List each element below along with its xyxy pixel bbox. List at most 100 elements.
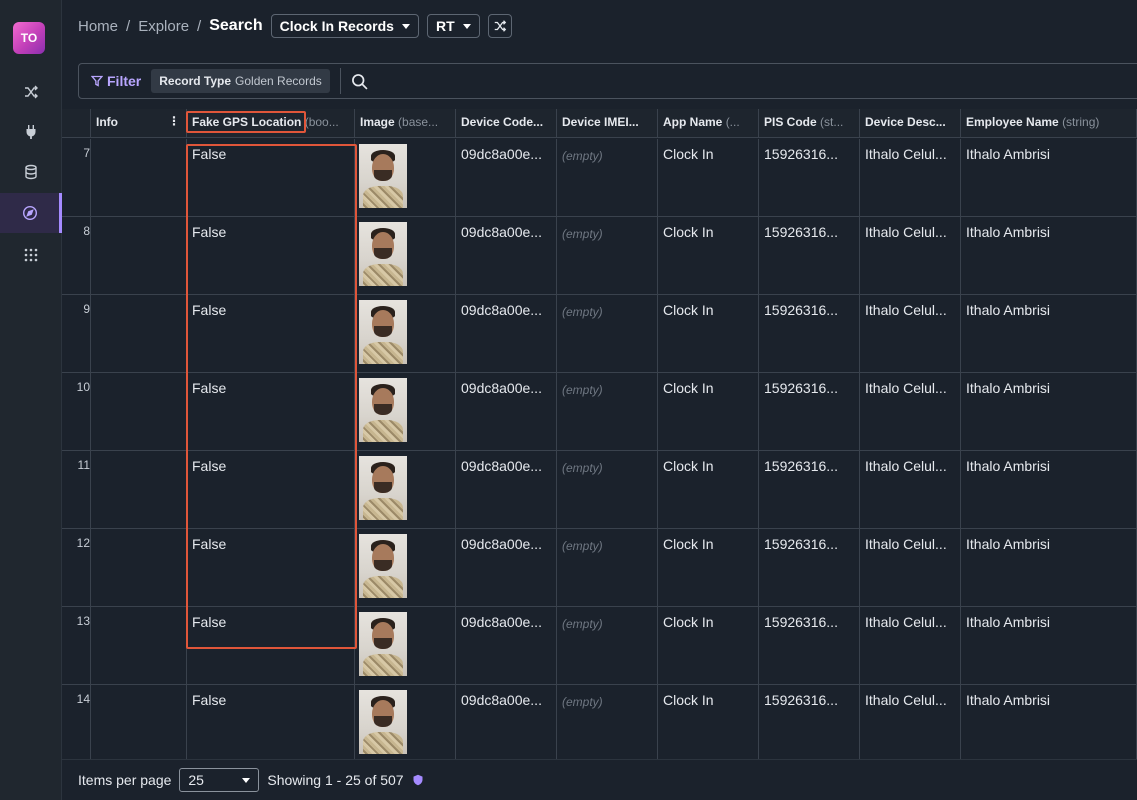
cell-device-imei[interactable]: (empty) [557,529,658,607]
table-row[interactable]: 12 False 09dc8a00e... (empty) Clock In 159263… [62,529,1137,607]
cell-info[interactable] [91,217,187,295]
employee-photo[interactable] [359,690,407,754]
org-avatar[interactable]: TO [13,22,45,54]
cell-employee-name[interactable]: Ithalo Ambrisi [961,451,1137,529]
cell-app-name[interactable]: Clock In [658,607,759,685]
cell-employee-name[interactable]: Ithalo Ambrisi [961,685,1137,759]
cell-app-name[interactable]: Clock In [658,529,759,607]
nav-shuffle[interactable] [0,72,62,112]
employee-photo[interactable] [359,378,407,442]
cell-device-desc[interactable]: Ithalo Celul... [860,529,961,607]
cell-app-name[interactable]: Clock In [658,685,759,759]
cell-device-imei[interactable]: (empty) [557,217,658,295]
table-row[interactable]: 13 False 09dc8a00e... (empty) Clock In 159263… [62,607,1137,685]
cell-pis-code[interactable]: 15926316... [759,685,860,759]
search-button[interactable] [351,73,368,90]
employee-photo[interactable] [359,300,407,364]
employee-photo[interactable] [359,144,407,208]
cell-app-name[interactable]: Clock In [658,139,759,217]
header-device-code[interactable]: Device Code... [456,109,557,138]
cell-device-imei[interactable]: (empty) [557,373,658,451]
cell-pis-code[interactable]: 15926316... [759,295,860,373]
cell-device-code[interactable]: 09dc8a00e... [456,607,557,685]
cell-image[interactable] [355,451,456,529]
cell-device-desc[interactable]: Ithalo Celul... [860,607,961,685]
record-type-chip[interactable]: Record Type Golden Records [151,69,330,93]
cell-fake-gps[interactable]: False [187,139,355,217]
cell-info[interactable] [91,373,187,451]
cell-info[interactable] [91,451,187,529]
cell-app-name[interactable]: Clock In [658,451,759,529]
cell-image[interactable] [355,685,456,759]
items-per-page-select[interactable]: 25 [179,768,260,792]
header-pis-code[interactable]: PIS Code (st... [759,109,860,138]
cell-device-code[interactable]: 09dc8a00e... [456,217,557,295]
cell-fake-gps[interactable]: False [187,295,355,373]
nav-database[interactable] [0,152,62,192]
cell-pis-code[interactable]: 15926316... [759,139,860,217]
employee-photo[interactable] [359,222,407,286]
cell-device-imei[interactable]: (empty) [557,685,658,759]
header-device-desc[interactable]: Device Desc... [860,109,961,138]
cell-app-name[interactable]: Clock In [658,295,759,373]
cell-fake-gps[interactable]: False [187,607,355,685]
cell-device-imei[interactable]: (empty) [557,451,658,529]
employee-photo[interactable] [359,534,407,598]
header-employee-name[interactable]: Employee Name (string) [961,109,1137,138]
cell-info[interactable] [91,295,187,373]
cell-device-code[interactable]: 09dc8a00e... [456,373,557,451]
cell-info[interactable] [91,607,187,685]
cell-image[interactable] [355,529,456,607]
cell-fake-gps[interactable]: False [187,217,355,295]
header-info[interactable]: Info ⋮ [91,109,187,138]
table-row[interactable]: 9 False 09dc8a00e... (empty) Clock In 1592631… [62,295,1137,373]
cell-image[interactable] [355,139,456,217]
cell-device-desc[interactable]: Ithalo Celul... [860,217,961,295]
cell-device-code[interactable]: 09dc8a00e... [456,139,557,217]
cell-image[interactable] [355,607,456,685]
nav-plug[interactable] [0,112,62,152]
cell-employee-name[interactable]: Ithalo Ambrisi [961,139,1137,217]
cell-device-code[interactable]: 09dc8a00e... [456,451,557,529]
cell-employee-name[interactable]: Ithalo Ambrisi [961,295,1137,373]
cell-info[interactable] [91,139,187,217]
table-row[interactable]: 8 False 09dc8a00e... (empty) Clock In 1592631… [62,217,1137,295]
cell-device-desc[interactable]: Ithalo Celul... [860,139,961,217]
table-row[interactable]: 11 False 09dc8a00e... (empty) Clock In 159263… [62,451,1137,529]
header-app-name[interactable]: App Name (... [658,109,759,138]
cell-device-code[interactable]: 09dc8a00e... [456,529,557,607]
cell-device-code[interactable]: 09dc8a00e... [456,685,557,759]
cell-device-imei[interactable]: (empty) [557,295,658,373]
nav-explore[interactable] [0,193,62,233]
cell-pis-code[interactable]: 15926316... [759,217,860,295]
nav-apps[interactable] [0,235,62,275]
cell-app-name[interactable]: Clock In [658,217,759,295]
cell-info[interactable] [91,685,187,759]
table-row[interactable]: 7 False 09dc8a00e... (empty) Clock In 1592631… [62,139,1137,217]
cell-device-desc[interactable]: Ithalo Celul... [860,685,961,759]
header-fake-gps[interactable]: Fake GPS Location (boo... [187,109,355,138]
cell-device-imei[interactable]: (empty) [557,607,658,685]
header-image[interactable]: Image (base... [355,109,456,138]
employee-photo[interactable] [359,456,407,520]
cell-pis-code[interactable]: 15926316... [759,529,860,607]
header-device-imei[interactable]: Device IMEI... [557,109,658,138]
filter-button[interactable]: Filter [91,73,141,89]
cell-image[interactable] [355,295,456,373]
table-row[interactable]: 14 False 09dc8a00e... (empty) Clock In 159263… [62,685,1137,759]
cell-fake-gps[interactable]: False [187,451,355,529]
kebab-menu-icon[interactable]: ⋮ [168,114,180,128]
table-row[interactable]: 10 False 09dc8a00e... (empty) Clock In 159263… [62,373,1137,451]
shuffle-button[interactable] [487,14,512,38]
cell-device-desc[interactable]: Ithalo Celul... [860,451,961,529]
cell-pis-code[interactable]: 15926316... [759,373,860,451]
cell-fake-gps[interactable]: False [187,373,355,451]
cell-pis-code[interactable]: 15926316... [759,607,860,685]
cell-employee-name[interactable]: Ithalo Ambrisi [961,607,1137,685]
employee-photo[interactable] [359,612,407,676]
cell-employee-name[interactable]: Ithalo Ambrisi [961,373,1137,451]
cell-image[interactable] [355,373,456,451]
cell-fake-gps[interactable]: False [187,529,355,607]
cell-image[interactable] [355,217,456,295]
cell-device-imei[interactable]: (empty) [557,139,658,217]
